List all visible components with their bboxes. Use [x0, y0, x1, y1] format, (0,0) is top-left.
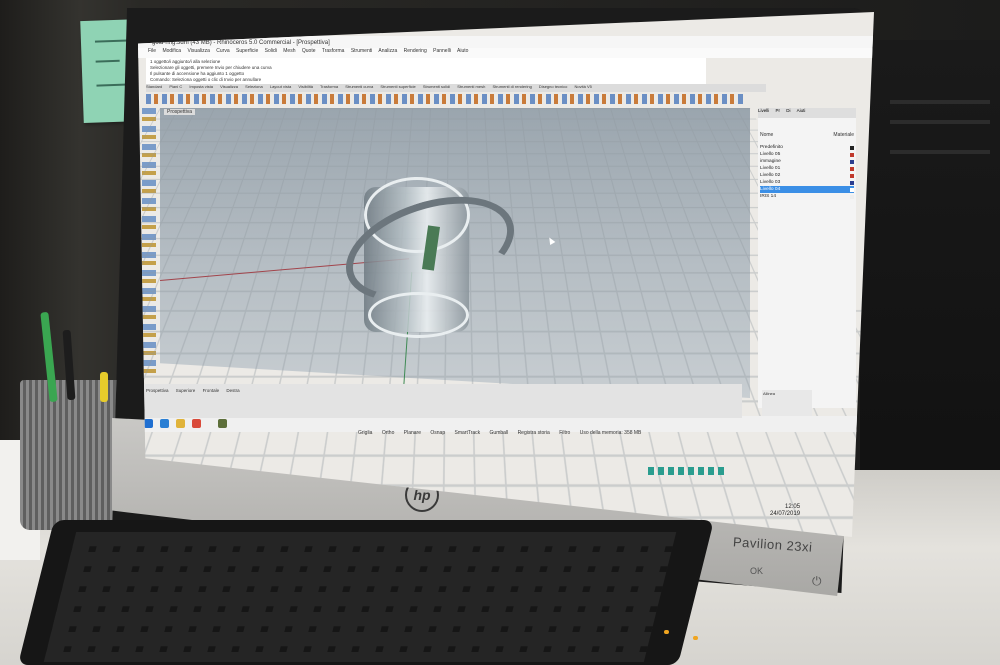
viewport-title[interactable]: Prospettiva [164, 109, 195, 115]
menu-item[interactable]: Analizza [378, 48, 397, 54]
toolbar-tab[interactable]: Strumenti mesh [457, 84, 485, 89]
layer-row[interactable]: IRIS 14 [760, 193, 854, 200]
viewport-tabs: Prospettiva Superiore Frontale Destra [146, 388, 246, 393]
system-clock: 12:05 24/07/2019 [770, 504, 800, 518]
material-column-header: Materiale [833, 132, 854, 138]
osnap-icons[interactable] [648, 467, 728, 475]
keyboard-led [664, 630, 669, 634]
panel-tab[interactable]: Pr [776, 108, 781, 113]
status-bar: Griglia Ortho Planare Osnap SmartTrack G… [358, 430, 758, 440]
panel-tabs: Livelli Pr Di Aiuti [758, 108, 856, 118]
toolbar-tab[interactable]: Strumenti superficie [380, 84, 415, 89]
layers-panel: Livelli Pr Di Aiuti Nome Materiale Prede… [758, 108, 856, 408]
toolbar-tab[interactable]: Novità V5 [575, 84, 592, 89]
toolbar-tab[interactable]: Imposta vista [189, 84, 213, 89]
layer-row[interactable]: Livello 05 [760, 151, 854, 158]
menu-item[interactable]: Aiuto [457, 48, 468, 54]
toolbar-tabs: Standard Piani C Imposta vista Visualizz… [146, 84, 766, 92]
menu-item[interactable]: Mesh [283, 48, 295, 54]
command-line: Comando: Seleziona oggetti o clic di Inv… [150, 77, 702, 83]
keyboard-led [693, 636, 698, 640]
toolbar-tab[interactable]: Visualizza [220, 84, 238, 89]
memory-usage: Uso della memoria: 358 MB [580, 430, 642, 436]
status-toggle[interactable]: Registra storia [518, 430, 550, 436]
toolbar-tab[interactable]: Trasforma [320, 84, 338, 89]
toolbar-tab[interactable]: Layout vista [270, 84, 291, 89]
rhino-icon[interactable] [218, 419, 227, 428]
toolbar-tab[interactable]: Seleziona [245, 84, 263, 89]
status-toggle[interactable]: Filtro [559, 430, 570, 436]
status-toggle[interactable]: Griglia [358, 430, 372, 436]
panel-tab[interactable]: Aiuti [797, 108, 806, 113]
status-toggle[interactable]: Gumball [490, 430, 509, 436]
command-history: 1 oggetto/i aggiunto/i alla selezione Se… [146, 58, 706, 86]
keyboard-keys [44, 532, 676, 662]
ok-button[interactable]: OK [750, 566, 763, 576]
clock-time: 12:05 [770, 504, 800, 511]
layer-row[interactable]: Livello 02 [760, 172, 854, 179]
chrome-icon[interactable] [192, 419, 201, 428]
layer-row[interactable]: Livello 03 [760, 179, 854, 186]
menu-item[interactable]: Trasforma [322, 48, 345, 54]
viewport-tab[interactable]: Frontale [203, 388, 220, 393]
viewport-tab[interactable]: Destra [226, 388, 239, 393]
clock-date: 24/07/2019 [770, 511, 800, 518]
layer-row[interactable]: Predefinito [760, 144, 854, 151]
menu-item[interactable]: Solidi [265, 48, 277, 54]
menu-item[interactable]: Quote [302, 48, 316, 54]
browser-icon[interactable] [160, 419, 169, 428]
viewport-tab[interactable]: Prospettiva [146, 388, 169, 393]
layer-row[interactable]: Livello 01 [760, 165, 854, 172]
name-column-header: Nome [760, 132, 773, 138]
pen [100, 372, 108, 402]
status-toggle[interactable]: Osnap [430, 430, 445, 436]
start-icon[interactable] [144, 419, 153, 428]
panel-tab[interactable]: Livelli [758, 108, 769, 113]
status-toggle[interactable]: Planare [404, 430, 421, 436]
menu-bar: File Modifica Visualizza Curva Superfici… [138, 48, 874, 58]
layer-row[interactable]: immagine [760, 158, 854, 165]
align-label: Allinea [763, 391, 775, 396]
menu-item[interactable]: Visualizza [187, 48, 209, 54]
status-toggle[interactable]: SmartTrack [455, 430, 481, 436]
menu-item[interactable]: Modifica [162, 48, 181, 54]
toolbar-tab[interactable]: Standard [146, 84, 162, 89]
layer-row-selected[interactable]: Livello 04 [760, 186, 854, 193]
bottom-panel: Prospettiva Superiore Frontale Destra [142, 384, 742, 418]
status-toggle[interactable]: Ortho [382, 430, 395, 436]
toolbar-tab[interactable]: Disegno tecnico [539, 84, 567, 89]
menu-item[interactable]: Strumenti [351, 48, 372, 54]
menu-item[interactable]: Superficie [236, 48, 258, 54]
monitor-screen: gold-ring.3dm (43 MB) - Rhinoceros 5.0 C… [138, 12, 874, 537]
menu-item[interactable]: File [148, 48, 156, 54]
toolbar-tab[interactable]: Strumenti curva [345, 84, 373, 89]
toolbar-tab[interactable]: Piani C [169, 84, 182, 89]
menu-item[interactable]: Pannelli [433, 48, 451, 54]
layer-list: Predefinito Livello 05 immagine Livello … [760, 144, 854, 200]
menu-item[interactable]: Curva [216, 48, 229, 54]
toolbar-tab[interactable]: Visibilità [298, 84, 313, 89]
toolbar-tab[interactable]: Strumenti di rendering [492, 84, 531, 89]
layers-header: Nome Materiale [760, 132, 854, 138]
toolbar-tab[interactable]: Strumenti solidi [423, 84, 450, 89]
panel-tab[interactable]: Di [786, 108, 790, 113]
menu-item[interactable]: Rendering [404, 48, 427, 54]
folder-icon[interactable] [176, 419, 185, 428]
standard-toolbar-icons[interactable] [146, 94, 746, 104]
power-icon[interactable]: ⏻ [812, 574, 822, 589]
viewport-tab[interactable]: Superiore [176, 388, 196, 393]
